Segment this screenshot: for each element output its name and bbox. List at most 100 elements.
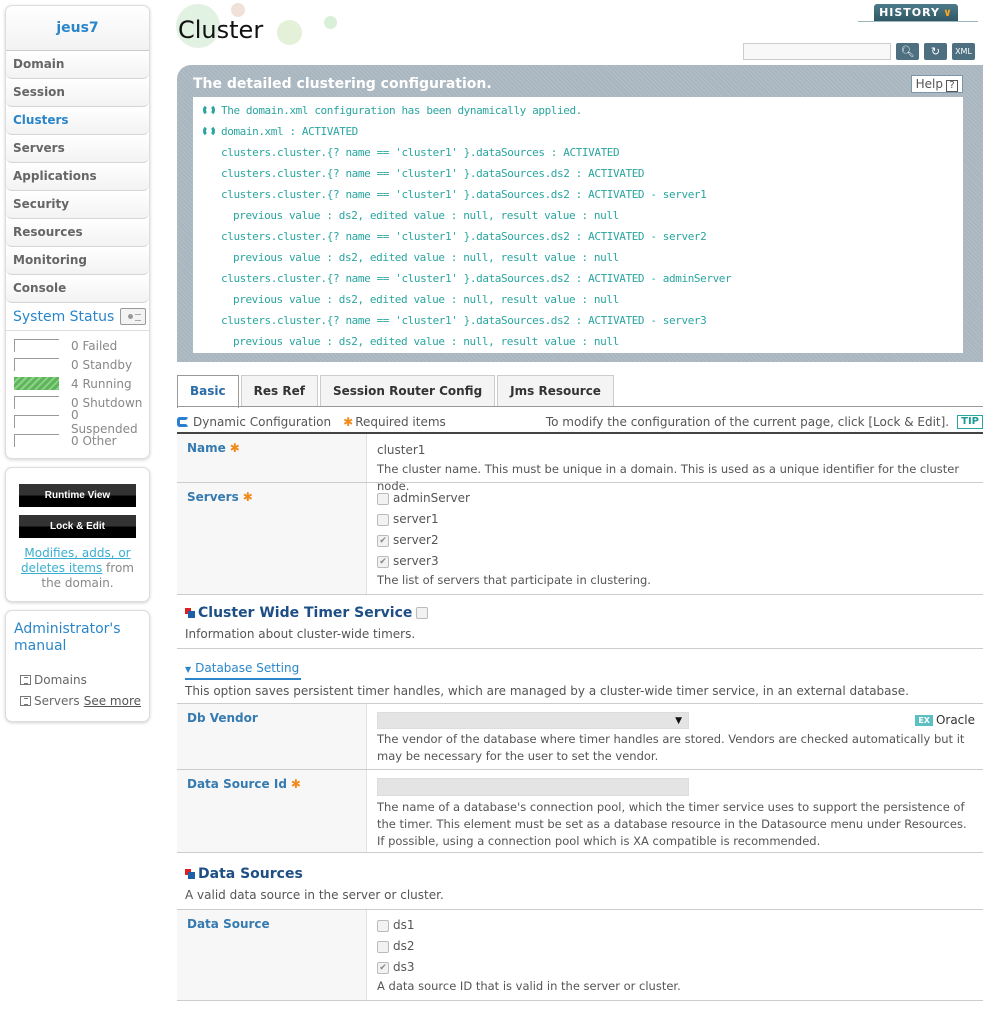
sidebar-item-console[interactable]: Console bbox=[6, 275, 149, 303]
sync-icon bbox=[203, 104, 215, 116]
db-vendor-value-cell: ▼ EX Oracle The vendor of the database wh… bbox=[367, 704, 983, 769]
log-text: previous value : ds2, edited value : nul… bbox=[233, 293, 619, 306]
book-icon bbox=[20, 695, 31, 706]
status-bar bbox=[14, 377, 59, 390]
log-text: previous value : ds2, edited value : nul… bbox=[233, 209, 619, 222]
tab-basic[interactable]: Basic bbox=[177, 375, 239, 408]
data-sources-desc: A valid data source in the server or clu… bbox=[177, 888, 983, 910]
tab-divider bbox=[177, 406, 983, 407]
log-line: clusters.cluster.{? name == 'cluster1' }… bbox=[203, 310, 953, 331]
data-source-row: Data Source ds1 ds2 ✔ ds3 A data source ID … bbox=[177, 910, 983, 1001]
sidebar-item-monitoring[interactable]: Monitoring bbox=[6, 247, 149, 275]
example-badge: EX Oracle bbox=[915, 712, 975, 729]
history-button[interactable]: HISTORY ∨ bbox=[874, 4, 958, 22]
log-text: previous value : ds2, edited value : nul… bbox=[233, 335, 619, 348]
manual-link-label: Servers bbox=[34, 693, 80, 708]
checkbox-label: server1 bbox=[393, 512, 439, 526]
data-sources-title: Data Sources bbox=[198, 866, 303, 882]
checkbox-option-ds3[interactable]: ✔ ds3 bbox=[377, 957, 973, 978]
domain-name[interactable]: jeus7 bbox=[6, 6, 149, 51]
sidebar-item-clusters[interactable]: Clusters bbox=[6, 107, 149, 135]
status-row-running: 4 Running bbox=[14, 374, 149, 393]
checkbox-option-server2[interactable]: ✔ server2 bbox=[377, 530, 973, 551]
checkbox-label: adminServer bbox=[393, 491, 470, 505]
log-line: clusters.cluster.{? name == 'cluster1' }… bbox=[203, 142, 953, 163]
sidebar-item-domain[interactable]: Domain bbox=[6, 51, 149, 79]
help-label: Help bbox=[915, 77, 943, 91]
sidebar-item-servers[interactable]: Servers bbox=[6, 135, 149, 163]
data-source-desc: A data source ID that is valid in the se… bbox=[377, 979, 681, 993]
checkbox-option-server1[interactable]: server1 bbox=[377, 509, 973, 530]
system-status-header: System Status bbox=[6, 303, 149, 331]
checkbox[interactable]: ✔ bbox=[377, 961, 389, 974]
runtime-view-button[interactable]: Runtime View bbox=[19, 484, 136, 507]
timer-service-checkbox[interactable] bbox=[416, 607, 429, 619]
decor-bubble bbox=[277, 20, 302, 45]
log-line: clusters.cluster.{? name == 'cluster1' }… bbox=[203, 163, 953, 184]
db-vendor-label: Db Vendor bbox=[177, 704, 367, 769]
info-log: The domain.xml configuration has been dy… bbox=[193, 97, 963, 353]
sync-icon bbox=[203, 125, 215, 137]
tab-session-router-config[interactable]: Session Router Config bbox=[319, 375, 496, 407]
log-text: clusters.cluster.{? name == 'cluster1' }… bbox=[221, 188, 707, 201]
data-source-id-desc: The name of a database's connection pool… bbox=[377, 799, 967, 848]
status-bar bbox=[14, 415, 59, 428]
status-text: 0 Other bbox=[71, 433, 117, 448]
checkbox-label: server3 bbox=[393, 554, 439, 568]
log-line: clusters.cluster.{? name == 'cluster1' }… bbox=[203, 226, 953, 247]
checkbox[interactable] bbox=[377, 513, 389, 526]
search-button[interactable]: 🔍︎ bbox=[896, 43, 919, 60]
checkbox-label: ds1 bbox=[393, 918, 415, 932]
refresh-button[interactable]: ↻ bbox=[924, 43, 947, 60]
example-value: Oracle bbox=[935, 713, 975, 727]
required-icon: ✱ bbox=[343, 415, 354, 429]
required-label: Required items bbox=[355, 415, 446, 429]
sidebar-item-session[interactable]: Session bbox=[6, 79, 149, 107]
lock-edit-button[interactable]: Lock & Edit bbox=[19, 515, 136, 538]
name-value: cluster1 bbox=[377, 443, 426, 457]
data-source-id-label-text: Data Source Id bbox=[187, 777, 287, 791]
sidebar-item-applications[interactable]: Applications bbox=[6, 163, 149, 191]
tab-res-ref[interactable]: Res Ref bbox=[240, 375, 318, 407]
checkbox-option-adminserver[interactable]: adminServer bbox=[377, 488, 973, 509]
checkbox[interactable]: ✔ bbox=[377, 555, 389, 568]
database-setting-desc: This option saves persistent timer handl… bbox=[177, 684, 983, 704]
legend-row: Dynamic Configuration ✱ Required items T… bbox=[177, 413, 983, 431]
checkbox[interactable] bbox=[377, 919, 389, 932]
database-setting-section: ▼ Database Setting This option saves pers… bbox=[177, 649, 983, 704]
chevron-down-icon: ∨ bbox=[942, 6, 953, 19]
checkbox[interactable] bbox=[377, 492, 389, 505]
servers-desc: The list of servers that participate in … bbox=[377, 573, 651, 587]
manual-link-domains[interactable]: Domains bbox=[14, 669, 141, 690]
checkbox-label: ds3 bbox=[393, 960, 415, 974]
data-source-id-input[interactable] bbox=[377, 778, 689, 796]
database-setting-toggle[interactable]: ▼ Database Setting bbox=[185, 661, 302, 680]
xml-icon: XML bbox=[955, 47, 972, 56]
status-list: 0 Failed 0 Standby 4 Running 0 Shutdown 0 Su… bbox=[6, 331, 149, 458]
xml-export-button[interactable]: XML bbox=[952, 43, 975, 60]
manual-link-servers[interactable]: Servers See more bbox=[14, 690, 141, 711]
monitor-icon[interactable] bbox=[120, 308, 147, 325]
log-text: clusters.cluster.{? name == 'cluster1' }… bbox=[221, 272, 732, 285]
log-text: clusters.cluster.{? name == 'cluster1' }… bbox=[221, 146, 620, 159]
db-vendor-select[interactable]: ▼ bbox=[377, 712, 689, 729]
tab-jms-resource[interactable]: Jms Resource bbox=[497, 375, 614, 407]
checkbox[interactable]: ✔ bbox=[377, 534, 389, 547]
checkbox-option-ds1[interactable]: ds1 bbox=[377, 915, 973, 936]
search-input[interactable] bbox=[743, 43, 891, 60]
log-text: previous value : ds2, edited value : nul… bbox=[233, 251, 619, 264]
help-button[interactable]: Help? bbox=[910, 75, 963, 93]
servers-checkbox-list: adminServer server1 ✔ server2 ✔ server3 bbox=[377, 488, 973, 572]
sidebar-item-security[interactable]: Security bbox=[6, 191, 149, 219]
required-icon: ✱ bbox=[229, 441, 240, 455]
checkbox-option-ds2[interactable]: ds2 bbox=[377, 936, 973, 957]
checkbox-option-server3[interactable]: ✔ server3 bbox=[377, 551, 973, 572]
see-more-link[interactable]: See more bbox=[84, 694, 141, 708]
history-divider bbox=[858, 21, 978, 22]
decor-bubble bbox=[231, 3, 245, 17]
timer-service-header: Cluster Wide Timer Service bbox=[185, 605, 975, 621]
log-text: clusters.cluster.{? name == 'cluster1' }… bbox=[221, 167, 645, 180]
checkbox[interactable] bbox=[377, 940, 389, 953]
sidebar-item-resources[interactable]: Resources bbox=[6, 219, 149, 247]
status-text: 0 Suspended bbox=[70, 407, 138, 436]
